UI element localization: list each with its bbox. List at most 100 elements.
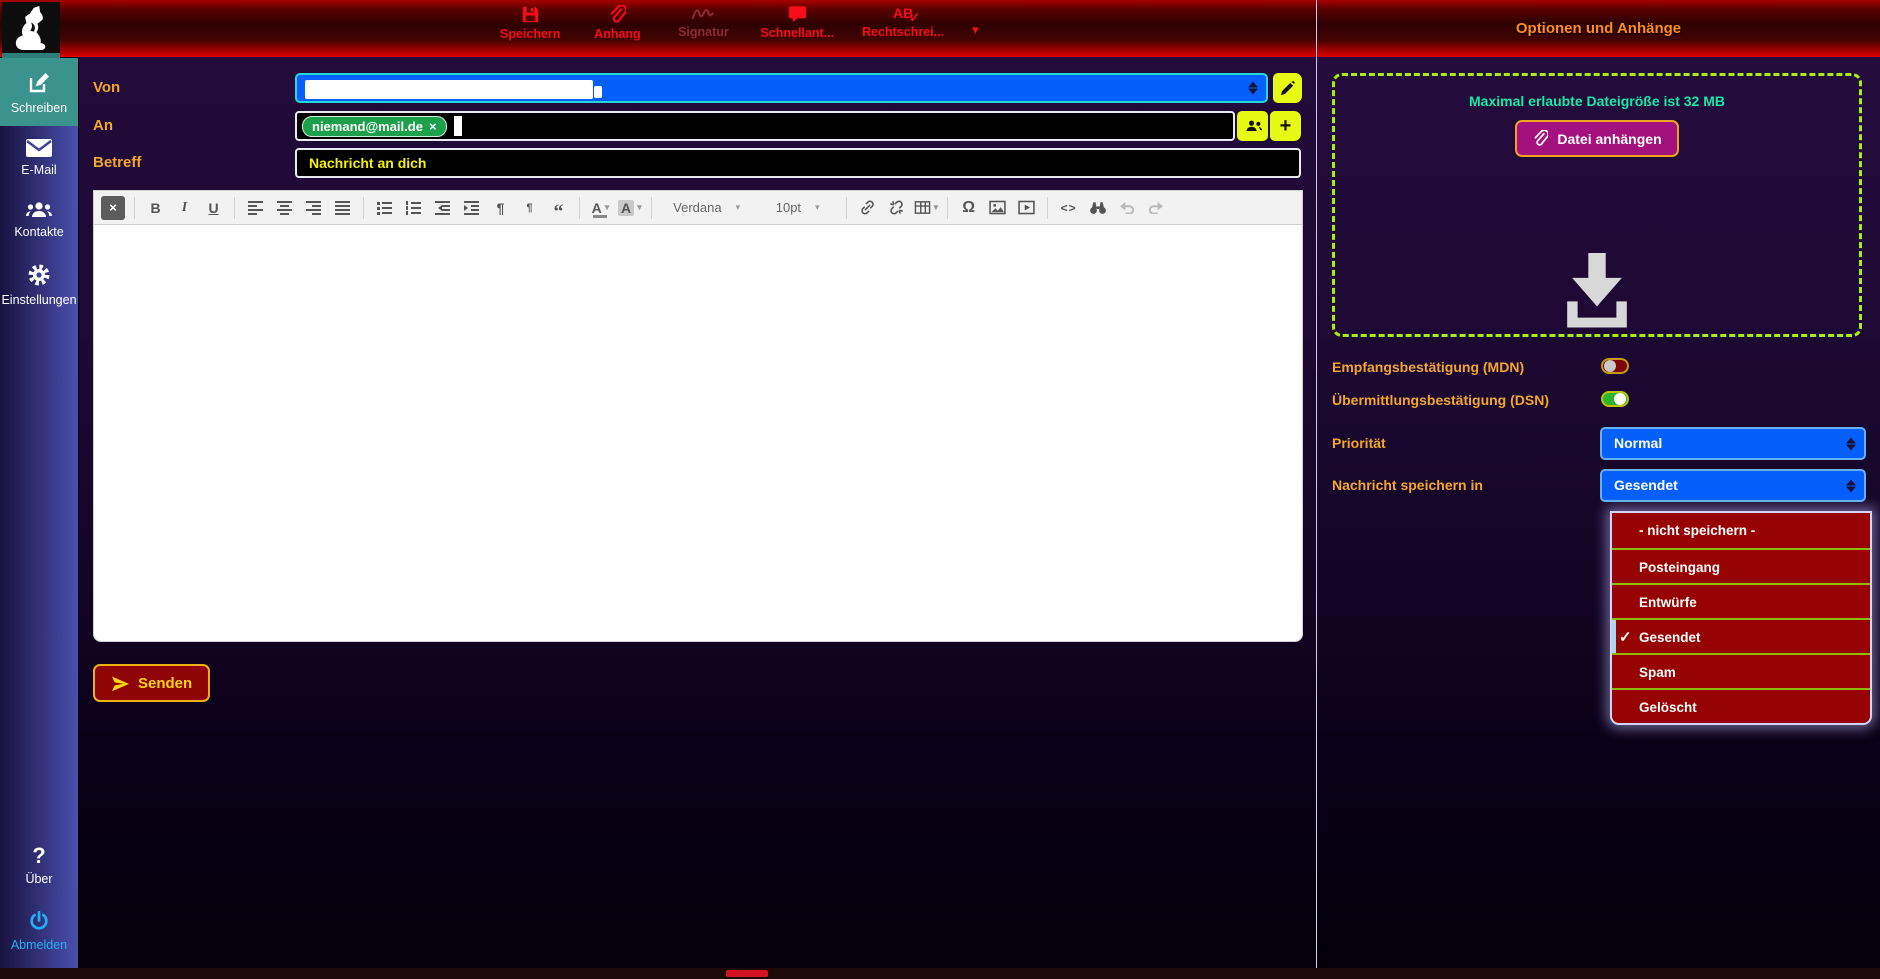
folder-option-entwuerfe[interactable]: Entwürfe — [1612, 583, 1870, 618]
font-size-select[interactable]: 10pt▾ — [759, 195, 837, 221]
caret-down-icon: ▾ — [605, 202, 610, 213]
people-icon — [1243, 119, 1263, 133]
sidebar-item-email[interactable]: E-Mail — [0, 126, 78, 188]
store-folder-select[interactable]: Gesendet — [1600, 469, 1866, 502]
quick-response-button[interactable]: Schnellant... — [760, 5, 834, 40]
attachment-dropzone[interactable]: Maximal erlaubte Dateigröße ist 32 MB Da… — [1332, 73, 1862, 337]
sidebar-item-ueber[interactable]: ? Über — [0, 833, 78, 897]
store-folder-value: Gesendet — [1614, 477, 1678, 493]
sidebar-item-schreiben[interactable]: Schreiben — [0, 58, 78, 126]
from-select[interactable] — [295, 73, 1268, 103]
mdn-label: Empfangsbestätigung (MDN) — [1332, 359, 1524, 375]
toolbar-separator — [651, 197, 652, 219]
redacted-from-address — [305, 80, 593, 99]
people-icon — [25, 201, 53, 219]
attach-file-button[interactable]: Datei anhängen — [1515, 120, 1678, 157]
italic-button[interactable]: I — [173, 195, 196, 221]
sidebar-item-kontakte[interactable]: Kontakte — [0, 188, 78, 250]
folder-option-spam[interactable]: Spam — [1612, 653, 1870, 688]
panel-divider[interactable] — [1316, 0, 1317, 968]
insert-media-icon[interactable] — [1015, 195, 1038, 221]
recipient-chip[interactable]: niemand@mail.de × — [302, 116, 447, 137]
top-toolbar: Speichern Anhang Signatur Schnellant... — [0, 0, 1880, 57]
recipient-address: niemand@mail.de — [312, 119, 423, 134]
attachment-button[interactable]: Anhang — [588, 5, 646, 41]
pencil-icon — [1280, 81, 1295, 96]
to-label: An — [93, 111, 283, 141]
priority-select[interactable]: Normal — [1600, 427, 1866, 460]
background-color-button[interactable]: A▾ — [618, 195, 642, 221]
scrollbar-thumb[interactable] — [726, 970, 768, 977]
sidebar-item-abmelden[interactable]: Abmelden — [0, 897, 78, 968]
to-input[interactable]: niemand@mail.de × — [295, 111, 1235, 141]
sidebar-item-einstellungen[interactable]: Einstellungen — [0, 250, 78, 318]
blockquote-icon[interactable]: “ — [547, 195, 570, 221]
edit-identity-button[interactable] — [1273, 73, 1302, 103]
unordered-list-icon[interactable] — [373, 195, 396, 221]
app-logo[interactable] — [2, 2, 60, 58]
paragraph-rtl-icon[interactable]: ¶ — [518, 195, 541, 221]
redo-icon[interactable] — [1144, 195, 1167, 221]
align-justify-icon[interactable] — [331, 195, 354, 221]
folder-dropdown: - nicht speichern - Posteingang Entwürfe… — [1610, 511, 1872, 725]
horizontal-scrollbar[interactable] — [0, 968, 1880, 979]
compose-area: Von An Betreff niemand@mail.de × — [79, 57, 1316, 968]
toolbar-separator — [134, 197, 135, 219]
contacts-picker-button[interactable] — [1237, 111, 1268, 141]
find-replace-icon[interactable] — [1086, 195, 1109, 221]
align-right-icon[interactable] — [302, 195, 325, 221]
source-close-icon[interactable]: × — [101, 196, 125, 220]
bold-button[interactable]: B — [144, 195, 167, 221]
text-color-button[interactable]: A▾ — [589, 195, 612, 221]
check-icon: ✓ — [1619, 620, 1632, 655]
folder-option-gesendet[interactable]: ✓ Gesendet — [1612, 618, 1870, 653]
insert-link-icon[interactable] — [856, 195, 879, 221]
more-actions-caret-down-icon[interactable]: ▾ — [972, 22, 979, 38]
compose-icon — [27, 71, 51, 95]
remove-link-icon[interactable] — [885, 195, 908, 221]
special-character-icon[interactable]: Ω — [957, 195, 980, 221]
fox-logo-icon — [11, 6, 51, 50]
paragraph-ltr-icon[interactable]: ¶ — [489, 195, 512, 221]
save-draft-button[interactable]: Speichern — [500, 5, 560, 41]
remove-recipient-icon[interactable]: × — [429, 119, 437, 134]
folder-option-geloescht[interactable]: Gelöscht — [1612, 688, 1870, 723]
sidebar-label: Schreiben — [11, 101, 67, 115]
ordered-list-icon[interactable] — [402, 195, 425, 221]
sidebar-label: Kontakte — [14, 225, 63, 239]
add-recipient-button[interactable]: + — [1270, 111, 1301, 141]
send-button[interactable]: Senden — [93, 664, 210, 702]
signature-icon — [691, 5, 715, 22]
toolbar-separator — [1047, 197, 1048, 219]
select-spinner-icon — [1846, 478, 1856, 493]
from-label: Von — [93, 73, 283, 103]
sidebar-nav: Schreiben E-Mail Kontakte Einstellungen … — [0, 58, 78, 968]
attach-file-label: Datei anhängen — [1557, 131, 1661, 147]
indent-icon[interactable] — [460, 195, 483, 221]
send-label: Senden — [138, 675, 192, 692]
subject-input[interactable]: Nachricht an dich — [295, 148, 1301, 178]
undo-icon[interactable] — [1115, 195, 1138, 221]
dsn-toggle[interactable] — [1601, 391, 1629, 407]
align-left-icon[interactable] — [244, 195, 267, 221]
spellcheck-button[interactable]: AB✓ Rechtschrei... — [862, 5, 944, 39]
power-icon — [28, 910, 50, 932]
toggle-knob — [1614, 393, 1626, 405]
signature-button[interactable]: Signatur — [674, 5, 732, 39]
folder-option-nicht-speichern[interactable]: - nicht speichern - — [1612, 513, 1870, 548]
mdn-toggle[interactable] — [1601, 358, 1629, 374]
caret-down-icon: ▾ — [637, 202, 642, 213]
font-family-select[interactable]: Verdana▾ — [661, 195, 753, 221]
underline-button[interactable]: U — [202, 195, 225, 221]
insert-table-icon[interactable]: ▾ — [914, 195, 939, 221]
outdent-icon[interactable] — [431, 195, 454, 221]
folder-option-posteingang[interactable]: Posteingang — [1612, 548, 1870, 583]
options-panel-title: Optionen und Anhänge — [1317, 0, 1880, 57]
align-center-icon[interactable] — [273, 195, 296, 221]
insert-image-icon[interactable] — [986, 195, 1009, 221]
source-code-icon[interactable]: <> — [1057, 195, 1080, 221]
editor-content[interactable] — [93, 225, 1303, 642]
compose-actions: Speichern Anhang Signatur Schnellant... — [500, 5, 979, 41]
select-spinner-icon — [1248, 81, 1258, 96]
editor-toolbar: × B I U ¶ ¶ “ A▾ A▾ — [93, 190, 1303, 225]
